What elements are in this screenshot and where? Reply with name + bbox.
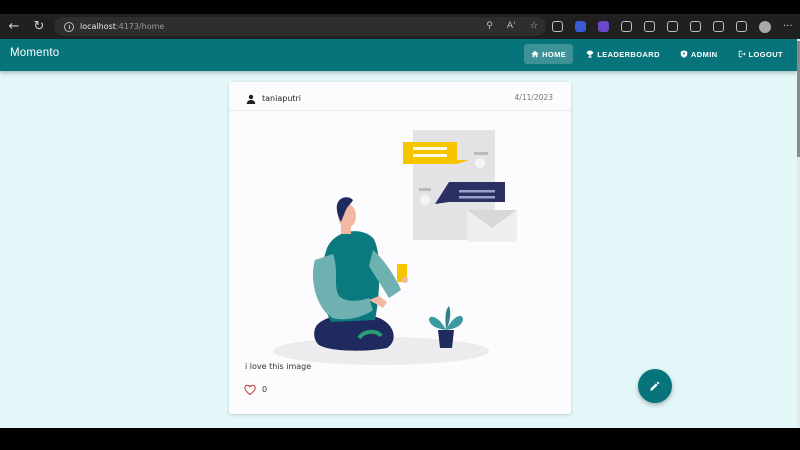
heart-outline-icon[interactable] xyxy=(244,384,256,396)
favorite-star-icon[interactable]: ☆ xyxy=(530,17,538,36)
profile-avatar-icon[interactable] xyxy=(759,20,771,33)
favorites-icon[interactable] xyxy=(667,21,678,32)
shield-icon xyxy=(680,50,688,58)
extension-purple-icon[interactable] xyxy=(598,21,609,32)
window-top-strip xyxy=(0,0,800,14)
key-icon[interactable]: ⚲ xyxy=(486,17,493,36)
nav-home-button[interactable]: HOME xyxy=(524,44,574,64)
main-nav: HOME LEADERBOARD ADMIN LOGOUT xyxy=(524,44,790,64)
app-viewport: Momento HOME LEADERBOARD ADMIN LOGOUT ta… xyxy=(0,39,797,428)
nav-home-label: HOME xyxy=(542,49,567,59)
extensions-puzzle-icon[interactable] xyxy=(621,21,632,32)
nav-admin-button[interactable]: ADMIN xyxy=(673,44,725,64)
browser-toolbar: ← ↻ localhost:4173/home ⚲ A‘ ☆ ··· xyxy=(0,14,800,39)
logout-icon xyxy=(738,50,746,58)
like-count: 0 xyxy=(262,385,268,394)
nav-logout-label: LOGOUT xyxy=(748,49,783,59)
post-caption: i love this image xyxy=(245,362,312,371)
trophy-icon xyxy=(586,50,594,58)
pencil-icon xyxy=(650,381,660,391)
site-info-icon[interactable] xyxy=(64,21,74,32)
post-date: 4/11/2023 xyxy=(514,93,553,102)
brand-title[interactable]: Momento xyxy=(10,47,59,59)
extension-shortcut-icon[interactable] xyxy=(736,21,747,32)
url-text: localhost:4173/home xyxy=(80,22,165,31)
window-bottom-strip xyxy=(0,428,800,450)
nav-admin-label: ADMIN xyxy=(690,49,718,59)
extension-clock-icon[interactable] xyxy=(552,21,563,32)
create-post-button[interactable] xyxy=(638,369,672,403)
extension-blue-icon[interactable] xyxy=(575,21,586,32)
collections-icon[interactable] xyxy=(690,21,701,32)
back-icon[interactable]: ← xyxy=(3,14,25,39)
nav-leaderboard-label: LEADERBOARD xyxy=(597,49,660,59)
post-card: taniaputri 4/11/2023 i love this image 0 xyxy=(229,82,571,414)
nav-leaderboard-button[interactable]: LEADERBOARD xyxy=(579,44,667,64)
split-screen-icon[interactable] xyxy=(644,21,655,32)
person-icon xyxy=(246,94,256,104)
home-icon xyxy=(531,50,539,58)
nav-logout-button[interactable]: LOGOUT xyxy=(731,44,790,64)
app-bar: Momento HOME LEADERBOARD ADMIN LOGOUT xyxy=(0,39,797,71)
post-image xyxy=(273,130,517,365)
more-options-icon[interactable]: ··· xyxy=(783,21,793,32)
read-aloud-icon[interactable]: A‘ xyxy=(507,17,516,36)
browser-essentials-icon[interactable] xyxy=(713,21,724,32)
address-bar[interactable]: localhost:4173/home ⚲ A‘ ☆ xyxy=(54,17,546,36)
refresh-icon[interactable]: ↻ xyxy=(28,14,50,39)
post-header: taniaputri 4/11/2023 xyxy=(229,82,571,111)
post-username[interactable]: taniaputri xyxy=(262,94,301,103)
